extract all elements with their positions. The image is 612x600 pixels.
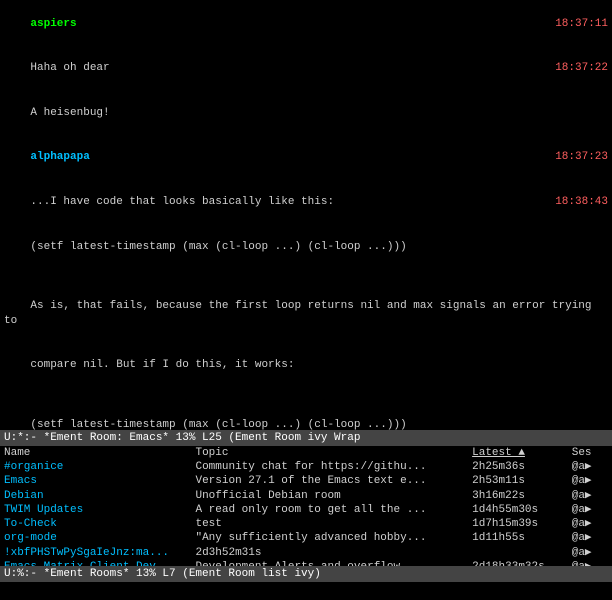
room-latest: 1d11h55s — [468, 531, 568, 545]
room-ses: @a▶ — [568, 489, 612, 503]
room-topic: test — [191, 517, 468, 531]
message-text: As is, that fails, because the first loo… — [4, 300, 598, 327]
room-ses: @a▶ — [568, 503, 612, 517]
table-row: To-Checktest1d7h15m39s@a▶ — [0, 517, 612, 531]
message-text: compare nil. But if I do this, it works: — [30, 359, 294, 371]
code-text: (setf latest-timestamp (max (cl-loop ...… — [30, 241, 406, 253]
room-name[interactable]: TWIM Updates — [0, 503, 191, 517]
table-row: org-mode"Any sufficiently advanced hobby… — [0, 531, 612, 545]
message-text: ...I have code that looks basically like… — [30, 196, 334, 208]
room-topic: "Any sufficiently advanced hobby... — [191, 531, 468, 545]
col-header-name: Name — [0, 446, 191, 460]
room-topic: Version 27.1 of the Emacs text e... — [191, 474, 468, 488]
room-topic: 2d3h52m31s — [191, 546, 468, 560]
room-ses: @a▶ — [568, 546, 612, 560]
room-latest: 2h53m11s — [468, 474, 568, 488]
timestamp: 18:37:11 — [555, 17, 608, 32]
col-header-topic: Topic — [191, 446, 468, 460]
chat-message: 18:37:23 alphapapa — [4, 136, 608, 181]
chat-line: 18:38:43 ...I have code that looks basica… — [4, 180, 608, 225]
room-topic: Community chat for https://githu... — [191, 460, 468, 474]
room-ses: @a▶ — [568, 460, 612, 474]
room-ses: @a▶ — [568, 474, 612, 488]
mode-line-top-text: U:*:- *Ement Room: Emacs* 13% L25 (Ement… — [4, 432, 360, 444]
table-row: #organiceCommunity chat for https://gith… — [0, 460, 612, 474]
room-latest: 2h25m36s — [468, 460, 568, 474]
table-row: EmacsVersion 27.1 of the Emacs text e...… — [0, 474, 612, 488]
table-row: !xbfPHSTwPySgaIeJnz:ma...2d3h52m31s @a▶ — [0, 546, 612, 560]
room-name[interactable]: To-Check — [0, 517, 191, 531]
room-latest: 3h16m22s — [468, 489, 568, 503]
room-name[interactable]: Debian — [0, 489, 191, 503]
timestamp: 18:37:23 — [555, 150, 608, 165]
username: alphapapa — [30, 151, 89, 163]
chat-area: 18:37:11 aspiers 18:37:22 Haha oh dear A h… — [0, 0, 612, 430]
mode-line-bottom: U:%:- *Ement Rooms* 13% L7 (Ement Room l… — [0, 566, 612, 582]
mode-line-top: U:*:- *Ement Room: Emacs* 13% L25 (Ement… — [0, 430, 612, 446]
mode-line-bottom-text: U:%:- *Ement Rooms* 13% L7 (Ement Room l… — [4, 568, 321, 580]
room-topic: Unofficial Debian room — [191, 489, 468, 503]
timestamp: 18:38:43 — [555, 195, 608, 210]
chat-line: compare nil. But if I do this, it works: — [4, 343, 608, 388]
chat-line — [4, 269, 608, 284]
room-name[interactable]: org-mode — [0, 531, 191, 545]
chat-line: (setf latest-timestamp (max (cl-loop ...… — [4, 225, 608, 270]
room-name[interactable]: Emacs — [0, 474, 191, 488]
room-latest — [468, 546, 568, 560]
room-topic: A read only room to get all the ... — [191, 503, 468, 517]
room-latest: 1d7h15m39s — [468, 517, 568, 531]
chat-message: 18:37:11 aspiers — [4, 2, 608, 47]
table-row: Emacs Matrix Client Dev...Development Al… — [0, 560, 612, 566]
col-header-ses: Ses — [568, 446, 612, 460]
message-text: A heisenbug! — [30, 107, 109, 119]
rooms-area: Name Topic Latest ▲ Ses #organiceCommuni… — [0, 446, 612, 566]
table-row: TWIM UpdatesA read only room to get all … — [0, 503, 612, 517]
col-header-latest: Latest ▲ — [468, 446, 568, 460]
chat-line: (setf latest-timestamp (max (cl-loop ...… — [4, 403, 608, 430]
table-header-row: Name Topic Latest ▲ Ses — [0, 446, 612, 460]
table-row: DebianUnofficial Debian room3h16m22s@a▶ — [0, 489, 612, 503]
code-text: (setf latest-timestamp (max (cl-loop ...… — [30, 419, 406, 430]
room-ses: @a▶ — [568, 517, 612, 531]
chat-line: 18:37:22 Haha oh dear — [4, 47, 608, 92]
room-name[interactable]: Emacs Matrix Client Dev... — [0, 560, 191, 566]
chat-line: A heisenbug! — [4, 91, 608, 136]
room-name[interactable]: !xbfPHSTwPySgaIeJnz:ma... — [0, 546, 191, 560]
username: aspiers — [30, 18, 76, 30]
rooms-table: Name Topic Latest ▲ Ses #organiceCommuni… — [0, 446, 612, 566]
message-text: Haha oh dear — [30, 62, 109, 74]
chat-line: As is, that fails, because the first loo… — [4, 284, 608, 343]
chat-line — [4, 388, 608, 403]
room-ses: @a▶ — [568, 531, 612, 545]
room-latest: 1d4h55m30s — [468, 503, 568, 517]
timestamp: 18:37:22 — [555, 61, 608, 76]
room-name[interactable]: #organice — [0, 460, 191, 474]
